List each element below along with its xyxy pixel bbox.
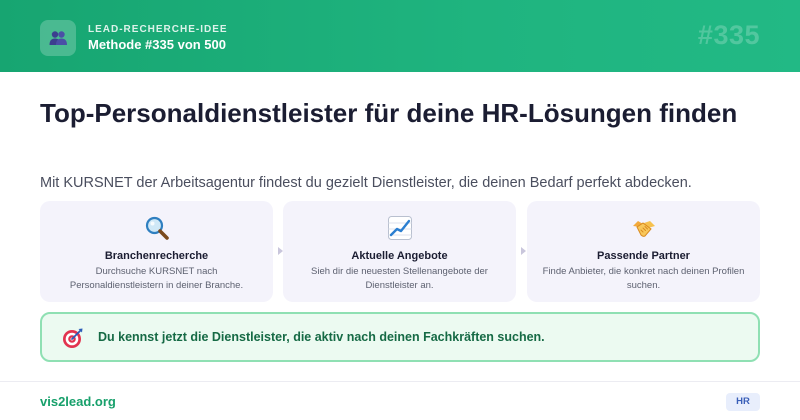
step-card-branchenrecherche: Branchenrecherche Durchsuche KURSNET nac… — [40, 201, 273, 302]
method-label: Methode #335 von 500 — [88, 37, 226, 52]
step-card-aktuelle-angebote: Aktuelle Angebote Sieh dir die neuesten … — [283, 201, 516, 302]
step-arrow-icon — [521, 247, 526, 255]
step-cards: Branchenrecherche Durchsuche KURSNET nac… — [40, 201, 760, 302]
step-description: Finde Anbieter, die konkret nach deinen … — [542, 266, 745, 291]
page-title: Top-Personaldienstleister für deine HR-L… — [40, 98, 738, 128]
step-description: Durchsuche KURSNET nach Personaldienstle… — [69, 266, 244, 291]
callout-text: Du kennst jetzt die Dienstleister, die a… — [98, 330, 545, 344]
people-icon — [40, 20, 76, 56]
step-description: Sieh dir die neuesten Stellenangebote de… — [311, 266, 488, 291]
footer-divider — [0, 381, 800, 382]
chart-increasing-icon — [283, 215, 516, 241]
footer-site-link[interactable]: vis2lead.org — [40, 394, 116, 409]
step-title: Aktuelle Angebote — [351, 250, 448, 262]
handshake-icon — [527, 215, 760, 241]
step-title: Passende Partner — [597, 250, 690, 262]
result-callout: Du kennst jetzt die Dienstleister, die a… — [40, 312, 760, 362]
step-title: Branchenrecherche — [104, 250, 209, 262]
category-badge: HR — [726, 393, 760, 411]
target-icon — [62, 327, 84, 354]
page-subtitle: Mit KURSNET der Arbeitsagentur findest d… — [40, 175, 692, 191]
header-kicker: LEAD-RECHERCHE-IDEE — [88, 24, 228, 35]
magnifier-icon — [40, 215, 273, 241]
header-banner: LEAD-RECHERCHE-IDEE Methode #335 von 500… — [0, 0, 800, 72]
step-card-passende-partner: Passende Partner Finde Anbieter, die kon… — [527, 201, 760, 302]
method-number: #335 — [697, 20, 760, 50]
